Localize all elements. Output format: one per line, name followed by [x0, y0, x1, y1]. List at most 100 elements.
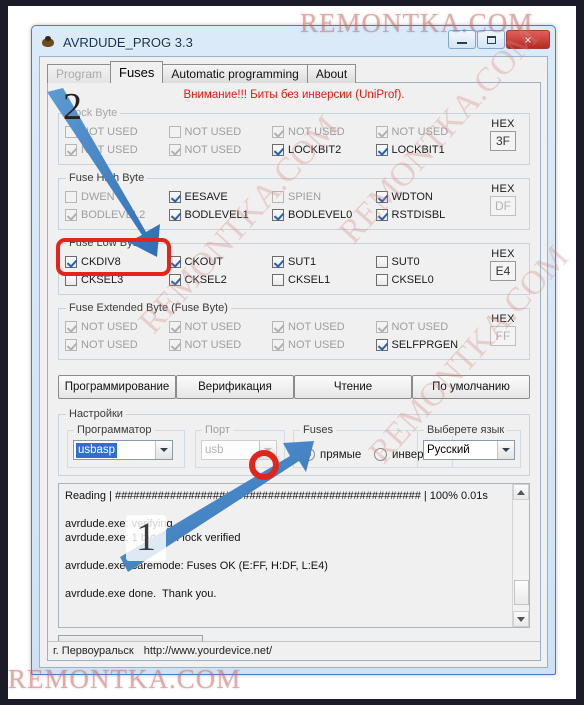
language-legend: Выберете язык — [424, 424, 508, 436]
checkbox-label: NOT USED — [81, 125, 138, 138]
checkbox-cksel3[interactable]: CKSEL3 — [65, 271, 169, 288]
scroll-up-icon[interactable] — [513, 484, 529, 500]
checkbox-dwen[interactable]: DWEN — [65, 188, 169, 205]
checkbox-lock-5[interactable]: NOT USED — [168, 141, 273, 158]
group-legend: Fuse Extended Byte (Fuse Byte) — [66, 302, 231, 314]
checkbox-label: NOT USED — [288, 125, 345, 138]
tab-fuses[interactable]: Fuses — [110, 61, 164, 83]
fuses-legend: Fuses — [300, 424, 336, 436]
scroll-down-icon[interactable] — [513, 611, 529, 627]
maximize-button[interactable] — [477, 30, 505, 49]
checkbox-box — [375, 125, 388, 138]
tab-program[interactable]: Program — [47, 64, 112, 83]
checkbox-lock-2[interactable]: NOT USED — [272, 123, 376, 140]
hex-label: HEX — [491, 118, 515, 130]
programmer-combobox[interactable]: usbasp — [73, 440, 173, 460]
log-scrollbar[interactable] — [512, 484, 529, 627]
checkbox-box — [375, 273, 388, 286]
hex-value[interactable]: DF — [490, 196, 516, 216]
checkbox-cksel0[interactable]: CKSEL0 — [375, 271, 480, 288]
programmer-legend: Программатор — [74, 424, 155, 436]
checkbox-label: SELFPRGEN — [391, 338, 459, 351]
checkbox-label: NOT USED — [288, 338, 345, 351]
maximize-icon — [486, 35, 496, 44]
checkbox-label: NOT USED — [391, 125, 449, 138]
scrollbar-thumb[interactable] — [514, 580, 529, 605]
checkbox-eesave[interactable]: EESAVE — [168, 188, 273, 205]
checkbox-box — [375, 190, 388, 203]
checkbox-ckdiv8[interactable]: CKDIV8 — [65, 253, 169, 270]
checkbox-box — [168, 125, 181, 138]
checkbox-sut0[interactable]: SUT0 — [375, 253, 480, 270]
tab-page-fuses: Внимание!!! Биты без инверсии (UniProf).… — [47, 82, 541, 661]
bug-icon — [40, 34, 56, 50]
radio-fuses-direct[interactable]: прямые — [302, 448, 361, 461]
hex-label: HEX — [491, 248, 515, 260]
checkbox-ext-0[interactable]: NOT USED — [65, 318, 169, 335]
hex-value[interactable]: E4 — [490, 261, 516, 281]
checkbox-lock-3[interactable]: NOT USED — [375, 123, 480, 140]
checkbox-box — [65, 255, 77, 268]
checkbox-box — [168, 320, 181, 333]
checkbox-rstdisbl[interactable]: RSTDISBL — [375, 206, 480, 223]
hex-readout-lock: HEX 3F — [485, 118, 521, 151]
checkbox-selfprgen[interactable]: SELFPRGEN — [375, 336, 480, 353]
tab-about[interactable]: About — [306, 64, 357, 83]
checkbox-lock-4[interactable]: NOT USED — [65, 141, 169, 158]
verify-button[interactable]: Верификация — [176, 375, 294, 399]
checkbox-grid: DWEN EESAVE SPIEN WDTON BODLEVEL2 BODLEV… — [65, 188, 479, 223]
warning-text: Внимание!!! Биты без инверсии (UniProf). — [183, 89, 405, 101]
checkbox-lockbit2[interactable]: LOCKBIT2 — [272, 141, 376, 158]
checkbox-ext-5[interactable]: NOT USED — [168, 336, 273, 353]
checkbox-label: LOCKBIT1 — [391, 143, 445, 156]
port-combobox[interactable]: usb — [201, 440, 277, 460]
tab-automatic-programming[interactable]: Automatic programming — [162, 64, 308, 83]
checkbox-cksel2[interactable]: CKSEL2 — [168, 271, 273, 288]
checkbox-ext-3[interactable]: NOT USED — [375, 318, 480, 335]
chevron-down-icon[interactable] — [155, 441, 172, 459]
port-legend: Порт — [202, 424, 233, 436]
checkbox-lockbit1[interactable]: LOCKBIT1 — [375, 141, 480, 158]
checkbox-label: NOT USED — [288, 320, 345, 333]
checkbox-label: LOCKBIT2 — [288, 143, 342, 156]
checkbox-ckout[interactable]: CKOUT — [168, 253, 273, 270]
checkbox-ext-6[interactable]: NOT USED — [272, 336, 376, 353]
checkbox-box — [375, 320, 388, 333]
close-button[interactable]: × — [506, 30, 550, 49]
group-lock-byte: Lock Byte NOT USED NOT USED NOT USED NOT… — [58, 107, 530, 165]
hex-label: HEX — [491, 183, 515, 195]
checkbox-ext-1[interactable]: NOT USED — [168, 318, 273, 335]
checkbox-cksel1[interactable]: CKSEL1 — [272, 271, 376, 288]
checkbox-label: WDTON — [391, 190, 433, 203]
checkbox-bodlevel0[interactable]: BODLEVEL0 — [272, 206, 376, 223]
language-combobox[interactable]: Русский — [423, 440, 515, 460]
checkbox-spien[interactable]: SPIEN — [272, 188, 376, 205]
checkbox-ext-2[interactable]: NOT USED — [272, 318, 376, 335]
minimize-button[interactable] — [448, 30, 476, 49]
checkbox-box — [272, 338, 284, 351]
checkbox-lock-0[interactable]: NOT USED — [65, 123, 169, 140]
program-button[interactable]: Программирование — [58, 375, 176, 399]
checkbox-box — [272, 273, 284, 286]
checkbox-label: NOT USED — [184, 143, 242, 156]
read-button[interactable]: Чтение — [294, 375, 412, 399]
checkbox-label: NOT USED — [81, 143, 138, 156]
checkbox-label: CKOUT — [184, 255, 224, 268]
checkbox-sut1[interactable]: SUT1 — [272, 253, 376, 270]
checkbox-label: SUT1 — [288, 255, 317, 268]
checkbox-box — [272, 125, 284, 138]
defaults-button[interactable]: По умолчанию — [412, 375, 530, 399]
checkbox-bodlevel1[interactable]: BODLEVEL1 — [168, 206, 273, 223]
hex-value[interactable]: FF — [490, 326, 516, 346]
chevron-down-icon[interactable] — [497, 441, 514, 459]
checkbox-lock-1[interactable]: NOT USED — [168, 123, 273, 140]
checkbox-bodlevel2[interactable]: BODLEVEL2 — [65, 206, 169, 223]
checkbox-wdton[interactable]: WDTON — [375, 188, 480, 205]
radio-dot — [302, 448, 315, 461]
checkbox-ext-4[interactable]: NOT USED — [65, 336, 169, 353]
checkbox-box — [272, 190, 284, 203]
checkbox-label: CKSEL1 — [288, 273, 331, 286]
hex-value[interactable]: 3F — [490, 131, 516, 151]
checkbox-label: NOT USED — [184, 320, 242, 333]
hex-readout-low: HEX E4 — [485, 248, 521, 281]
